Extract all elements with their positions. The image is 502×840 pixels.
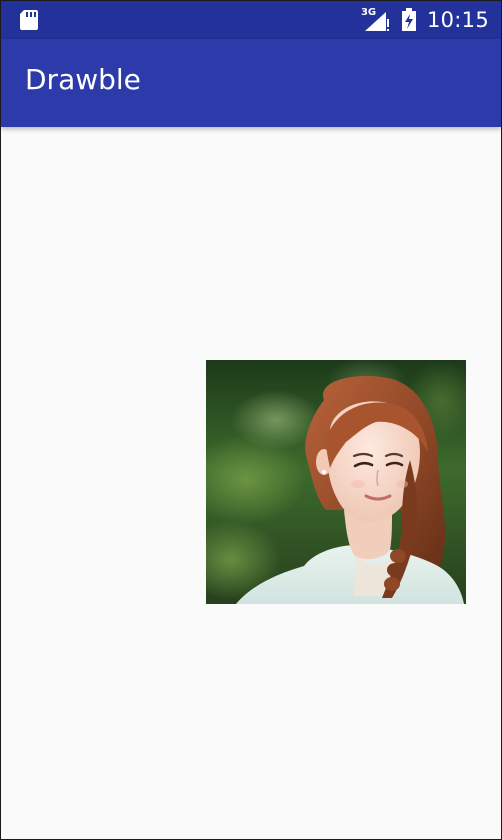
status-time: 10:15 [426, 8, 489, 32]
status-bar: 3G 10:15 [1, 1, 501, 39]
app-bar: Drawble [1, 39, 501, 127]
sd-card-icon [20, 10, 38, 30]
phone-screen: 3G 10:15 Drawble [0, 0, 502, 840]
signal-icon [364, 12, 389, 31]
battery-charging-icon [401, 8, 416, 31]
content-area [1, 127, 501, 839]
cellular-indicator: 3G [361, 8, 391, 32]
portrait-photo [206, 360, 466, 604]
status-indicators: 3G 10:15 [361, 1, 489, 39]
app-title: Drawble [25, 63, 141, 96]
